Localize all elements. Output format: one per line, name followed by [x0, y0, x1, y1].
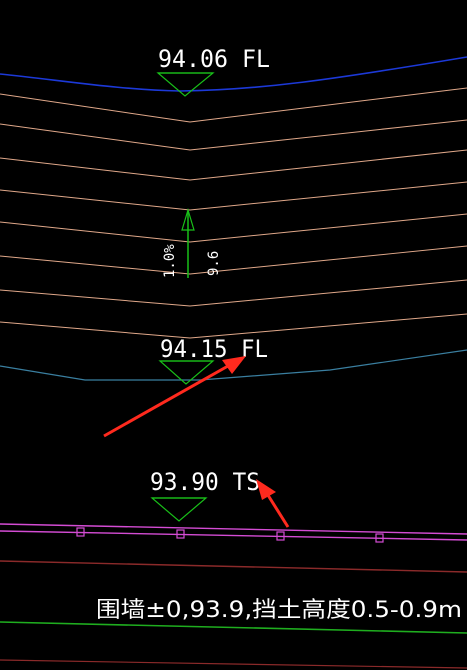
elevation-label-top: 94.06 FL: [158, 45, 270, 73]
wall-note-label: 围墙±0,93.9,挡土高度0.5-0.9m: [96, 598, 462, 623]
slope-percent-label: 1.0%: [162, 244, 178, 278]
cad-drawing-canvas[interactable]: 94.06 FL 1.0% 9.6 94.15 FL 93.90 TS 围墙±0…: [0, 0, 467, 670]
elevation-label-mid: 94.15 FL: [160, 335, 268, 363]
slope-length-label: 9.6: [206, 251, 222, 276]
elevation-label-ts: 93.90 TS: [150, 468, 260, 496]
